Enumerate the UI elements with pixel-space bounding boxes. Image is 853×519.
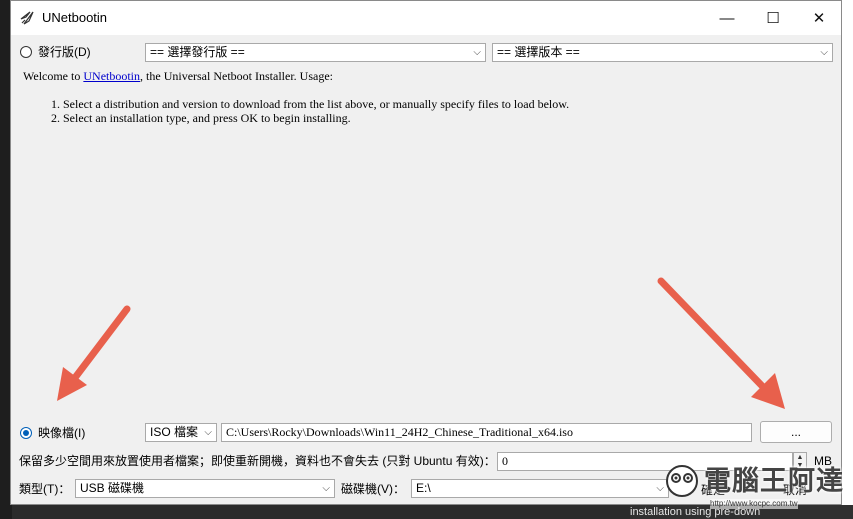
- target-drive-label: 磁碟機(V)：: [341, 482, 405, 496]
- usage-step: Select an installation type, and press O…: [63, 111, 823, 125]
- spin-up-icon[interactable]: ▲: [797, 454, 804, 462]
- distribution-radio[interactable]: [20, 46, 32, 58]
- usage-step: Select a distribution and version to dow…: [63, 97, 823, 111]
- ok-button[interactable]: 確定: [675, 478, 751, 500]
- close-icon: ✕: [812, 10, 826, 27]
- persistence-input[interactable]: 0: [497, 452, 793, 471]
- image-type-value: ISO 檔案: [150, 425, 199, 439]
- info-panel: Welcome to UNetbootin, the Universal Net…: [23, 69, 823, 125]
- version-select-value: == 選擇版本 ==: [497, 45, 580, 59]
- close-button[interactable]: ✕: [796, 1, 842, 35]
- persistence-spinner[interactable]: ▲ ▼: [793, 452, 807, 471]
- chevron-down-icon: ⌵: [473, 47, 481, 58]
- version-select[interactable]: == 選擇版本 == ⌵: [492, 43, 833, 62]
- persistence-unit: MB: [814, 454, 832, 468]
- welcome-prefix: Welcome to: [23, 69, 84, 83]
- welcome-line: Welcome to UNetbootin, the Universal Net…: [23, 69, 823, 83]
- image-type-select[interactable]: ISO 檔案 ⌵: [145, 423, 217, 442]
- diskimage-radio[interactable]: [20, 427, 32, 439]
- rocket-icon: [20, 11, 34, 25]
- unetbootin-link[interactable]: UNetbootin: [83, 69, 140, 83]
- persistence-label: 保留多少空間用來放置使用者檔案；即使重新開機，資料也不會失去 (只對 Ubunt…: [19, 454, 496, 468]
- background-app-right: [842, 0, 853, 519]
- welcome-suffix: , the Universal Netboot Installer. Usage…: [140, 69, 333, 83]
- arrow-annotation-right: [657, 277, 785, 409]
- unetbootin-window: UNetbootin — ☐ ✕ 發行版(D) == 選擇發行版 == ⌵ ==…: [10, 0, 842, 505]
- iso-path-field[interactable]: C:\Users\Rocky\Downloads\Win11_24H2_Chin…: [221, 423, 752, 442]
- minimize-icon: —: [719, 9, 735, 27]
- target-drive-select[interactable]: E:\ ⌵: [411, 479, 669, 498]
- target-type-value: USB 磁碟機: [80, 481, 145, 495]
- maximize-icon: ☐: [766, 10, 780, 27]
- target-type-select[interactable]: USB 磁碟機 ⌵: [75, 479, 335, 498]
- cancel-button[interactable]: 取消: [757, 478, 833, 500]
- minimize-button[interactable]: —: [704, 1, 750, 35]
- spin-down-icon[interactable]: ▼: [797, 462, 804, 470]
- target-type-label: 類型(T)：: [19, 482, 71, 496]
- diskimage-radio-label[interactable]: 映像檔(I): [38, 425, 85, 441]
- chevron-down-icon: ⌵: [820, 47, 828, 58]
- distribution-radio-label[interactable]: 發行版(D): [38, 44, 91, 60]
- browse-button[interactable]: ...: [760, 421, 832, 443]
- usage-steps: Select a distribution and version to dow…: [23, 97, 823, 125]
- background-app-text: installation using pre-down: [630, 505, 853, 519]
- chevron-down-icon: ⌵: [322, 483, 330, 494]
- arrow-annotation-left: [57, 305, 131, 401]
- window-title: UNetbootin: [42, 10, 108, 25]
- title-bar[interactable]: UNetbootin — ☐ ✕: [11, 1, 841, 35]
- target-drive-value: E:\: [416, 481, 431, 495]
- chevron-down-icon: ⌵: [656, 483, 664, 494]
- distribution-select[interactable]: == 選擇發行版 == ⌵: [145, 43, 486, 62]
- distribution-select-value: == 選擇發行版 ==: [150, 45, 245, 59]
- chevron-down-icon: ⌵: [204, 427, 212, 438]
- maximize-button[interactable]: ☐: [750, 1, 796, 35]
